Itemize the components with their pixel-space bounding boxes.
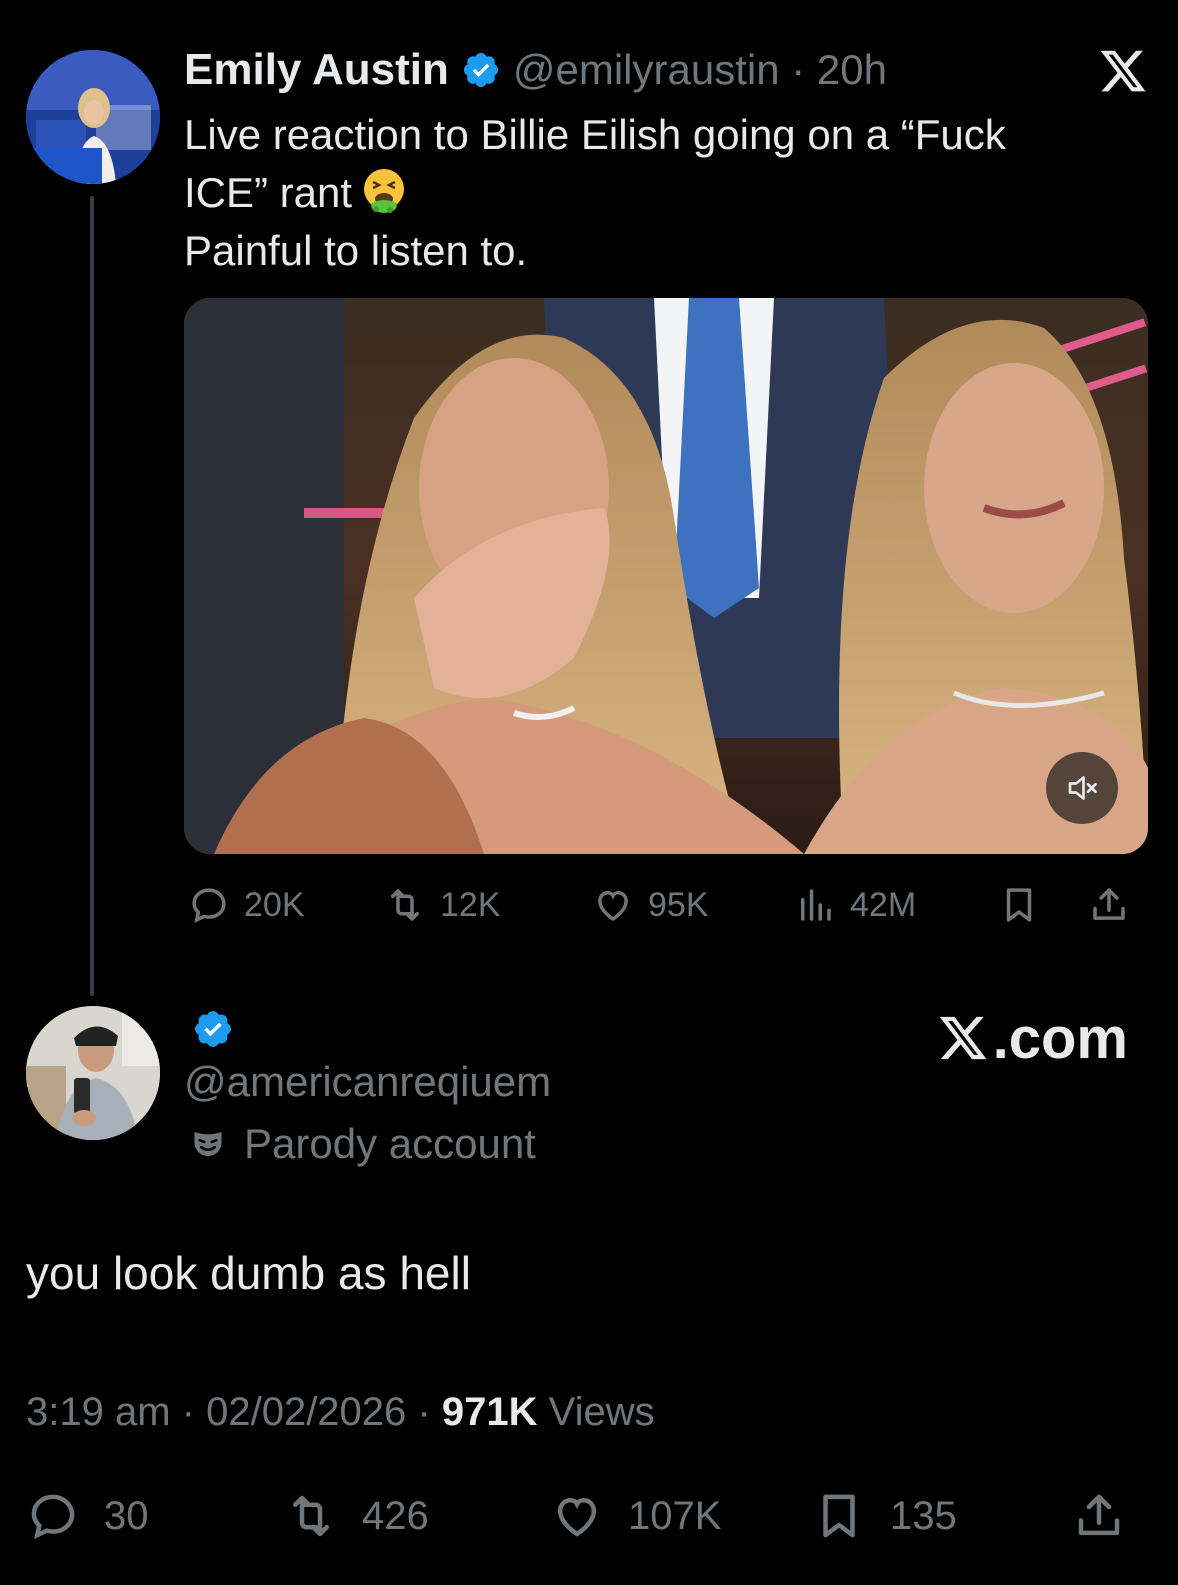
reply-verified-badge-icon xyxy=(192,1008,234,1050)
separator-dot: · xyxy=(417,1390,442,1434)
reply-author-avatar[interactable] xyxy=(26,1006,160,1140)
tweet-text-line: ICE” rant xyxy=(184,169,353,216)
reply-count: 20K xyxy=(244,885,305,924)
reply-icon xyxy=(192,888,226,923)
share-button[interactable] xyxy=(1072,1488,1150,1544)
reply-author-handle[interactable]: @americanreqiuem xyxy=(184,1058,551,1106)
share-button[interactable] xyxy=(1088,880,1144,930)
reply-button[interactable]: 30 xyxy=(26,1488,149,1544)
tweet-action-bar: 20K 12K 95K 42M xyxy=(188,880,1148,930)
views-button[interactable]: 42M xyxy=(794,880,916,930)
heart-icon xyxy=(598,890,628,922)
repost-button[interactable]: 12K xyxy=(384,880,501,930)
repost-button[interactable]: 426 xyxy=(284,1488,429,1544)
share-icon xyxy=(1093,888,1125,920)
reply-icon xyxy=(31,1494,75,1540)
x-logo-icon xyxy=(939,1016,987,1060)
bookmark-button[interactable] xyxy=(998,880,1054,930)
tweet-text: Live reaction to Billie Eilish going on … xyxy=(184,106,1114,280)
x-logo-icon xyxy=(1098,46,1148,96)
parody-label-text: Parody account xyxy=(244,1120,536,1167)
reply-views-label: Views xyxy=(548,1390,655,1434)
reply-date[interactable]: 02/02/2026 xyxy=(206,1390,406,1434)
repost-count: 426 xyxy=(362,1493,429,1538)
verified-badge-icon xyxy=(461,50,501,90)
share-icon xyxy=(1078,1494,1120,1536)
reply-count: 30 xyxy=(104,1493,149,1538)
thread-connector-line xyxy=(90,196,94,996)
reply-action-bar: 30 426 107K 135 xyxy=(26,1488,1150,1544)
vomiting-face-icon xyxy=(360,167,408,215)
tweet-header: Emily Austin @emilyraustin · 20h xyxy=(184,44,887,96)
tweet-text-line: Painful to listen to. xyxy=(184,227,528,274)
like-count: 95K xyxy=(648,885,709,924)
bookmark-icon xyxy=(1006,888,1032,922)
x-com-watermark: .com xyxy=(937,1006,1128,1071)
analytics-icon xyxy=(801,889,831,921)
view-count: 42M xyxy=(850,885,917,924)
bookmark-icon xyxy=(823,1494,855,1538)
separator-dot: · xyxy=(181,1390,207,1434)
bookmark-button[interactable]: 135 xyxy=(812,1488,957,1544)
reply-time[interactable]: 3:19 am xyxy=(26,1390,171,1434)
parody-account-label: Parody account xyxy=(190,1118,536,1170)
speaker-muted-icon xyxy=(1068,776,1097,800)
bookmark-count: 135 xyxy=(890,1493,957,1538)
like-button[interactable]: 95K xyxy=(592,880,709,930)
reply-button[interactable]: 20K xyxy=(188,880,305,930)
tweet-video[interactable] xyxy=(184,298,1148,854)
reply-text: you look dumb as hell xyxy=(26,1247,471,1299)
reply-metadata: 3:19 am · 02/02/2026 · 971K Views xyxy=(26,1390,655,1435)
parody-mask-icon xyxy=(194,1132,222,1156)
author-name[interactable]: Emily Austin xyxy=(184,45,449,95)
repost-icon xyxy=(293,1495,329,1537)
handle-and-time[interactable]: @emilyraustin · 20h xyxy=(513,46,887,94)
like-button[interactable]: 107K xyxy=(550,1488,721,1544)
x-com-text: .com xyxy=(992,1005,1128,1071)
tweet-text-line: Live reaction to Billie Eilish going on … xyxy=(184,111,1006,158)
repost-icon xyxy=(391,889,419,921)
repost-count: 12K xyxy=(440,885,501,924)
author-avatar[interactable] xyxy=(26,50,160,184)
like-count: 107K xyxy=(628,1493,722,1538)
mute-toggle-button[interactable] xyxy=(1046,752,1118,824)
heart-icon xyxy=(557,1497,597,1537)
reply-views-count[interactable]: 971K xyxy=(442,1390,538,1434)
